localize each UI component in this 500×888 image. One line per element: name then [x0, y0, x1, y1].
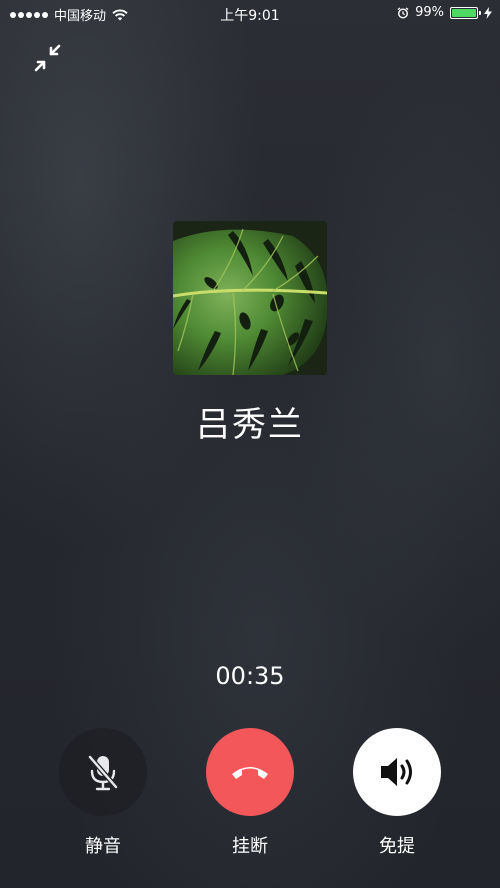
speaker-label: 免提	[379, 836, 415, 857]
caller-avatar-image	[173, 221, 327, 375]
battery-level-fill	[452, 8, 476, 17]
mute-label: 静音	[85, 836, 121, 857]
hangup-control: 挂断	[205, 728, 295, 858]
call-screen: 中国移动 上午9:01 99% 吕秀兰 00:35 静音 挂断 免提	[0, 0, 500, 888]
call-duration: 00:35	[215, 662, 285, 690]
status-right: 99%	[397, 5, 492, 20]
speaker-button[interactable]	[353, 728, 441, 816]
mic-off-icon	[87, 754, 119, 791]
status-bar: 中国移动 上午9:01 99%	[0, 0, 500, 28]
hangup-label: 挂断	[232, 836, 268, 857]
minimize-button[interactable]	[32, 42, 64, 74]
phone-hangup-icon	[232, 767, 268, 779]
caller-avatar	[173, 221, 327, 375]
caller-name: 吕秀兰	[196, 405, 304, 445]
alarm-icon	[397, 6, 409, 19]
mute-control: 静音	[58, 728, 148, 858]
charging-icon	[484, 6, 492, 19]
speaker-icon	[381, 758, 412, 786]
hangup-button[interactable]	[206, 728, 294, 816]
battery-icon	[450, 6, 481, 19]
battery-percent: 99%	[415, 5, 444, 20]
mute-button[interactable]	[59, 728, 147, 816]
call-controls: 静音 挂断 免提	[0, 728, 500, 868]
minimize-icon	[34, 44, 61, 72]
speaker-control: 免提	[352, 728, 442, 858]
